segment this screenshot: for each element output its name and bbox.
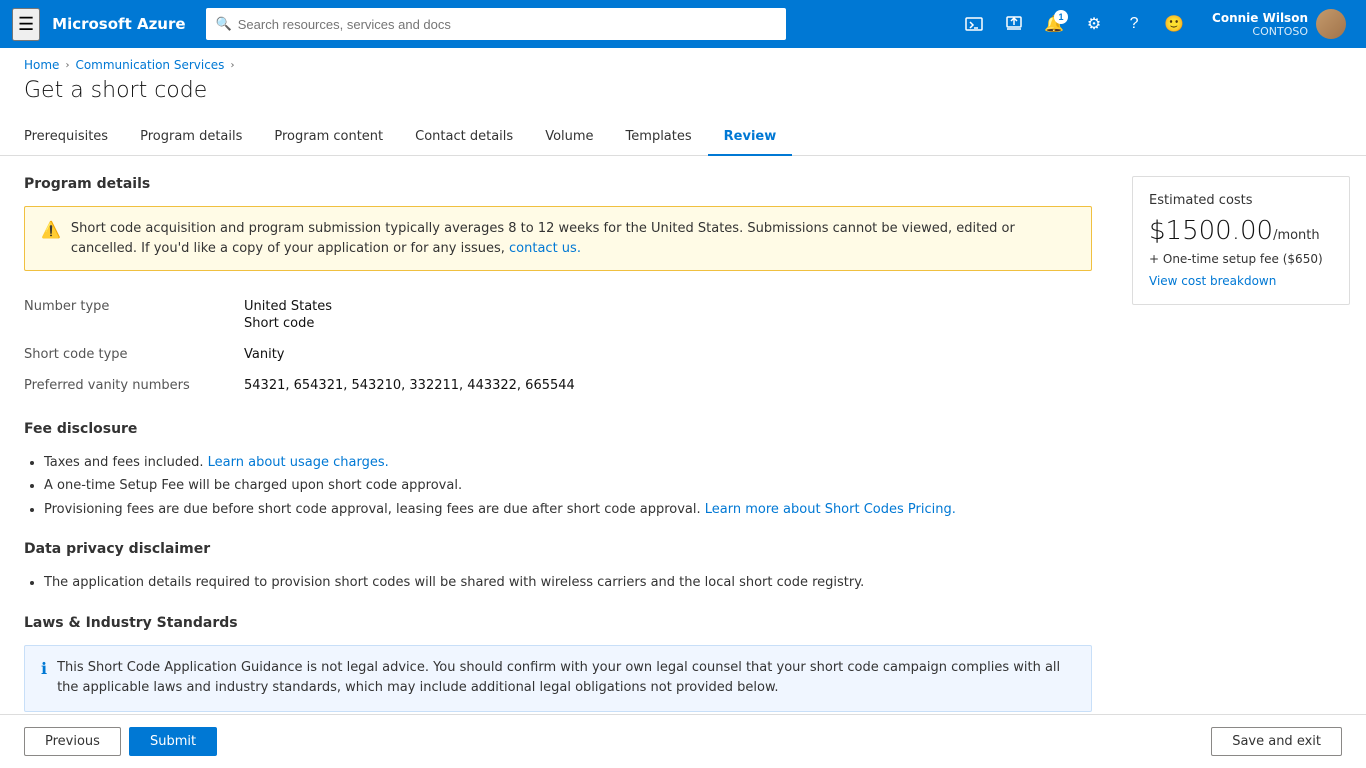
short-code-type-row: Short code type Vanity (24, 339, 1092, 370)
fee-bullet-3: Provisioning fees are due before short c… (44, 498, 1092, 521)
cost-amount: $1500.00 (1149, 216, 1273, 246)
search-input[interactable] (238, 17, 776, 32)
laws-info-box: ℹ This Short Code Application Guidance i… (24, 645, 1092, 713)
bottom-bar: Previous Submit Save and exit (0, 714, 1366, 768)
cost-card: Estimated costs $1500.00/month + One-tim… (1132, 176, 1350, 305)
cost-amount-line: $1500.00/month (1149, 216, 1333, 246)
app-logo: Microsoft Azure (52, 15, 185, 33)
user-org: CONTOSO (1212, 25, 1308, 38)
vanity-numbers-row: Preferred vanity numbers 54321, 654321, … (24, 370, 1092, 401)
fee-bullet-1: Taxes and fees included. Learn about usa… (44, 451, 1092, 474)
topnav-icons: 🔔 1 ⚙ ? 🙂 (956, 6, 1192, 42)
cost-setup-fee: + One-time setup fee ($650) (1149, 252, 1333, 266)
number-type-label: Number type (24, 299, 244, 331)
tab-program-content[interactable]: Program content (258, 119, 399, 156)
tabs-bar: Prerequisites Program details Program co… (0, 119, 1366, 156)
right-panel: Estimated costs $1500.00/month + One-tim… (1116, 156, 1366, 714)
estimated-costs-title: Estimated costs (1149, 193, 1333, 208)
data-privacy-list: The application details required to prov… (24, 571, 1092, 594)
laws-standards-title: Laws & Industry Standards (24, 615, 1092, 631)
breadcrumb-home[interactable]: Home (24, 58, 59, 72)
left-panel: Program details ⚠️ Short code acquisitio… (0, 156, 1116, 714)
breadcrumb: Home › Communication Services › (0, 48, 1366, 72)
notifications-button[interactable]: 🔔 1 (1036, 6, 1072, 42)
data-privacy-section: Data privacy disclaimer The application … (24, 541, 1092, 594)
upload-button[interactable] (996, 6, 1032, 42)
warning-icon: ⚠️ (41, 220, 61, 258)
fee-disclosure-section: Fee disclosure Taxes and fees included. … (24, 421, 1092, 521)
top-navigation: ☰ Microsoft Azure 🔍 🔔 1 ⚙ ? 🙂 Connie Wil… (0, 0, 1366, 48)
view-cost-breakdown-link[interactable]: View cost breakdown (1149, 274, 1333, 288)
short-code-type-label: Short code type (24, 347, 244, 362)
info-table: Number type United States Short code Sho… (24, 291, 1092, 401)
number-type-row: Number type United States Short code (24, 291, 1092, 339)
tab-review[interactable]: Review (708, 119, 793, 156)
cost-period: /month (1273, 228, 1320, 243)
vanity-numbers-label: Preferred vanity numbers (24, 378, 244, 393)
tab-prerequisites[interactable]: Prerequisites (24, 119, 124, 156)
submit-button[interactable]: Submit (129, 727, 217, 756)
vanity-numbers-value: 54321, 654321, 543210, 332211, 443322, 6… (244, 378, 575, 393)
breadcrumb-sep-2: › (230, 60, 234, 71)
save-exit-button[interactable]: Save and exit (1211, 727, 1342, 756)
settings-button[interactable]: ⚙ (1076, 6, 1112, 42)
tab-contact-details[interactable]: Contact details (399, 119, 529, 156)
tab-program-details[interactable]: Program details (124, 119, 258, 156)
fee-disclosure-title: Fee disclosure (24, 421, 1092, 437)
pricing-link[interactable]: Learn more about Short Codes Pricing. (705, 502, 956, 517)
program-details-title: Program details (24, 176, 1092, 192)
warning-box: ⚠️ Short code acquisition and program su… (24, 206, 1092, 271)
info-icon: ℹ (41, 659, 47, 700)
hamburger-menu-button[interactable]: ☰ (12, 8, 40, 41)
page-title: Get a short code (0, 72, 1366, 119)
user-name: Connie Wilson (1212, 11, 1308, 25)
search-icon: 🔍 (216, 17, 232, 32)
breadcrumb-sep-1: › (65, 60, 69, 71)
avatar (1316, 9, 1346, 39)
tab-volume[interactable]: Volume (529, 119, 609, 156)
contact-us-link[interactable]: contact us. (509, 241, 581, 256)
cloud-shell-button[interactable] (956, 6, 992, 42)
short-code-type-value: Vanity (244, 347, 285, 362)
user-info: Connie Wilson CONTOSO (1212, 11, 1308, 38)
tab-templates[interactable]: Templates (610, 119, 708, 156)
help-button[interactable]: ? (1116, 6, 1152, 42)
usage-charges-link[interactable]: Learn about usage charges. (208, 455, 389, 470)
data-privacy-bullet: The application details required to prov… (44, 571, 1092, 594)
number-type-value: United States Short code (244, 299, 332, 331)
user-menu[interactable]: Connie Wilson CONTOSO (1204, 5, 1354, 43)
search-bar[interactable]: 🔍 (206, 8, 786, 40)
previous-button[interactable]: Previous (24, 727, 121, 756)
feedback-button[interactable]: 🙂 (1156, 6, 1192, 42)
fee-bullet-2: A one-time Setup Fee will be charged upo… (44, 474, 1092, 497)
laws-standards-section: Laws & Industry Standards ℹ This Short C… (24, 615, 1092, 713)
data-privacy-title: Data privacy disclaimer (24, 541, 1092, 557)
fee-disclosure-list: Taxes and fees included. Learn about usa… (24, 451, 1092, 521)
main-content: Program details ⚠️ Short code acquisitio… (0, 156, 1366, 714)
warning-text: Short code acquisition and program submi… (71, 219, 1075, 258)
laws-info-text: This Short Code Application Guidance is … (57, 658, 1075, 700)
notification-badge: 1 (1054, 10, 1068, 24)
breadcrumb-communication-services[interactable]: Communication Services (75, 58, 224, 72)
